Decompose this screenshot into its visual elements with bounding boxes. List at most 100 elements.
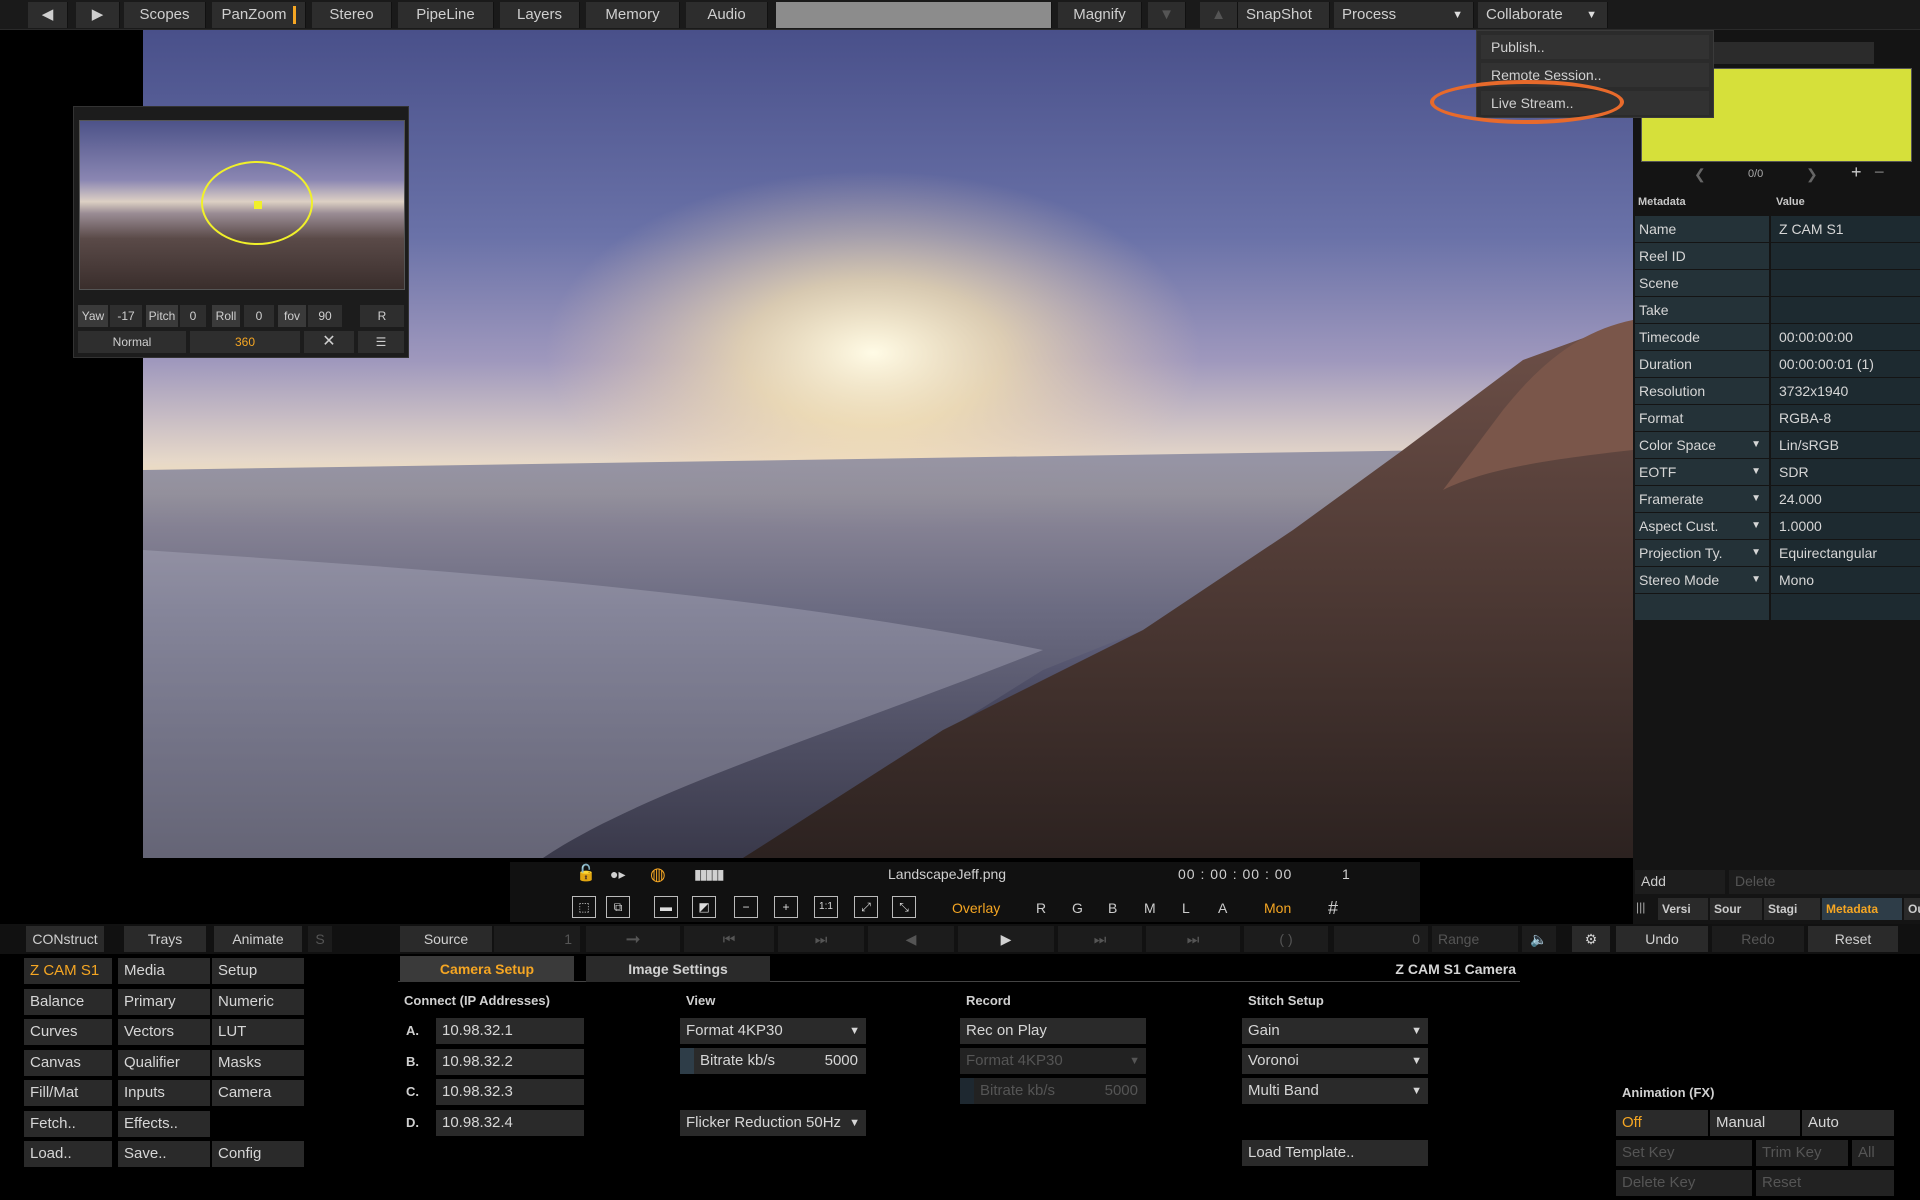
metadata-value[interactable]: Z CAM S1 — [1771, 216, 1920, 242]
zoom-out-icon[interactable]: − — [734, 896, 758, 918]
panzoom-thumbnail[interactable] — [79, 120, 405, 290]
right-tab[interactable]: Sour — [1710, 898, 1762, 920]
menu-item[interactable]: Effects.. — [118, 1110, 210, 1137]
stereo-button[interactable]: Stereo — [312, 2, 392, 28]
source-button[interactable]: Source — [400, 926, 492, 952]
metadata-value[interactable] — [1771, 297, 1920, 323]
safe-area-icon[interactable]: ⬚ — [572, 896, 596, 918]
view-format-dropdown[interactable]: Format 4KP30 ▼ — [680, 1018, 866, 1044]
metadata-value[interactable] — [1771, 270, 1920, 296]
back-arrow-icon[interactable]: ◀ — [28, 2, 68, 28]
view-bitrate-field[interactable]: Bitrate kb/s 5000 — [680, 1048, 866, 1074]
menu-icon[interactable]: ☰ — [358, 331, 404, 353]
skip-start-icon[interactable]: ⏮ — [684, 926, 774, 952]
chevron-down-icon[interactable]: ▼ — [1751, 567, 1761, 593]
redo-button[interactable]: Redo — [1712, 926, 1804, 952]
close-icon[interactable]: ✕ — [304, 331, 354, 353]
metadata-row[interactable]: Reel ID — [1635, 243, 1920, 269]
channel-r-button[interactable]: R — [1036, 900, 1046, 916]
step-forward-icon[interactable]: ⏭ — [1058, 926, 1142, 952]
ip-address-input[interactable]: 10.98.32.4 — [436, 1109, 584, 1136]
metadata-row[interactable]: Format RGBA-8 — [1635, 405, 1920, 431]
all-button[interactable]: All — [1852, 1140, 1894, 1166]
rec-on-play-toggle[interactable]: Rec on Play — [960, 1018, 1146, 1044]
flicker-reduction-dropdown[interactable]: Flicker Reduction 50Hz ▼ — [680, 1110, 866, 1136]
menu-item[interactable]: Config — [212, 1141, 304, 1167]
in-out-icon[interactable]: ( ) — [1244, 926, 1328, 952]
wipe-icon[interactable]: ◩ — [692, 896, 716, 918]
menu-item[interactable]: Qualifier — [118, 1049, 210, 1076]
metadata-row[interactable]: Framerate ▼ 24.000 — [1635, 486, 1920, 512]
trim-key-button[interactable]: Trim Key — [1756, 1140, 1848, 1166]
animation-reset-button[interactable]: Reset — [1756, 1170, 1894, 1196]
menu-item[interactable]: Load.. — [24, 1141, 112, 1167]
metadata-row[interactable]: Color Space ▼ Lin/sRGB — [1635, 432, 1920, 458]
one-to-one-icon[interactable]: 1:1 — [814, 896, 838, 918]
metadata-value[interactable] — [1771, 243, 1920, 269]
grid-icon[interactable]: # — [1328, 896, 1338, 920]
menu-item[interactable]: Media — [118, 958, 210, 984]
menu-item-publish[interactable]: Publish.. — [1481, 35, 1709, 59]
metadata-row[interactable]: Resolution 3732x1940 — [1635, 378, 1920, 404]
fov-value[interactable]: 90 — [308, 305, 342, 327]
reset-view-button[interactable]: R — [360, 305, 404, 327]
menu-item[interactable]: Inputs — [118, 1080, 210, 1106]
play-back-icon[interactable]: ◀ — [868, 926, 954, 952]
animation-off-button[interactable]: Off — [1616, 1110, 1708, 1136]
menu-item[interactable]: Fill/Mat — [24, 1080, 112, 1106]
levels-icon[interactable]: ▮▮▮▮▮ — [694, 862, 724, 886]
chevron-down-icon[interactable]: ▼ — [1751, 459, 1761, 485]
tab-camera-setup[interactable]: Camera Setup — [400, 956, 574, 982]
metadata-value[interactable]: Equirectangular — [1771, 540, 1920, 566]
metadata-row[interactable]: Stereo Mode ▼ Mono — [1635, 567, 1920, 593]
animation-auto-button[interactable]: Auto — [1802, 1110, 1894, 1136]
metadata-value[interactable]: 3732x1940 — [1771, 378, 1920, 404]
chevron-down-icon[interactable]: ▼ — [1751, 486, 1761, 512]
monitor-button[interactable]: Mon — [1264, 896, 1291, 920]
metadata-value[interactable]: 1.0000 — [1771, 513, 1920, 539]
channel-a-button[interactable]: A — [1218, 900, 1227, 916]
plus-icon[interactable]: + — [1851, 162, 1862, 183]
undo-button[interactable]: Undo — [1616, 926, 1708, 952]
play-icon[interactable]: ▶ — [958, 926, 1054, 952]
animate-button[interactable]: Animate — [214, 926, 302, 952]
delete-button[interactable]: Delete — [1729, 870, 1920, 894]
forward-arrow-icon[interactable]: ▶ — [76, 2, 120, 28]
metadata-row[interactable]: Projection Ty. ▼ Equirectangular — [1635, 540, 1920, 566]
menu-item[interactable]: Canvas — [24, 1049, 112, 1076]
gear-icon[interactable]: ⚙ — [1572, 926, 1610, 952]
animation-manual-button[interactable]: Manual — [1710, 1110, 1800, 1136]
memory-button[interactable]: Memory — [586, 2, 680, 28]
menu-item[interactable]: Masks — [212, 1049, 304, 1076]
metadata-value[interactable]: Lin/sRGB — [1771, 432, 1920, 458]
magnify-slider[interactable] — [776, 2, 1052, 28]
range-button[interactable]: Range — [1432, 926, 1518, 952]
menu-item[interactable]: Save.. — [118, 1141, 210, 1167]
record-icon[interactable]: ●▸ — [610, 862, 625, 886]
trays-button[interactable]: Trays — [124, 926, 206, 952]
metadata-row[interactable]: Scene — [1635, 270, 1920, 296]
menu-item[interactable]: Setup — [212, 958, 304, 984]
fit-icon[interactable]: ⤢ — [854, 896, 878, 918]
stitch-multiband-dropdown[interactable]: Multi Band ▼ — [1242, 1078, 1428, 1104]
scopes-button[interactable]: Scopes — [124, 2, 206, 28]
metadata-row-empty[interactable] — [1635, 594, 1920, 620]
channel-b-button[interactable]: B — [1108, 900, 1117, 916]
expand-icon[interactable]: ⤡ — [892, 896, 916, 918]
metadata-value[interactable]: SDR — [1771, 459, 1920, 485]
zoom-in-icon[interactable]: + — [774, 896, 798, 918]
metadata-value[interactable]: 00:00:00:00 — [1771, 324, 1920, 350]
menu-item[interactable]: Fetch.. — [24, 1110, 112, 1137]
metadata-row[interactable]: Aspect Cust. ▼ 1.0000 — [1635, 513, 1920, 539]
up-arrow-icon[interactable]: ▲ — [1200, 2, 1238, 28]
view-center-marker[interactable] — [254, 201, 262, 209]
chevron-left-icon[interactable]: ❮ — [1694, 166, 1706, 183]
skip-end-icon[interactable]: ⏭ — [1146, 926, 1240, 952]
menu-item[interactable]: Numeric — [212, 988, 304, 1015]
yaw-value[interactable]: -17 — [110, 305, 142, 327]
metadata-value[interactable]: RGBA-8 — [1771, 405, 1920, 431]
pipeline-button[interactable]: PipeLine — [398, 2, 494, 28]
reset-button[interactable]: Reset — [1808, 926, 1898, 952]
metadata-row[interactable]: Name Z CAM S1 — [1635, 216, 1920, 242]
metadata-value[interactable]: 00:00:00:01 (1) — [1771, 351, 1920, 377]
